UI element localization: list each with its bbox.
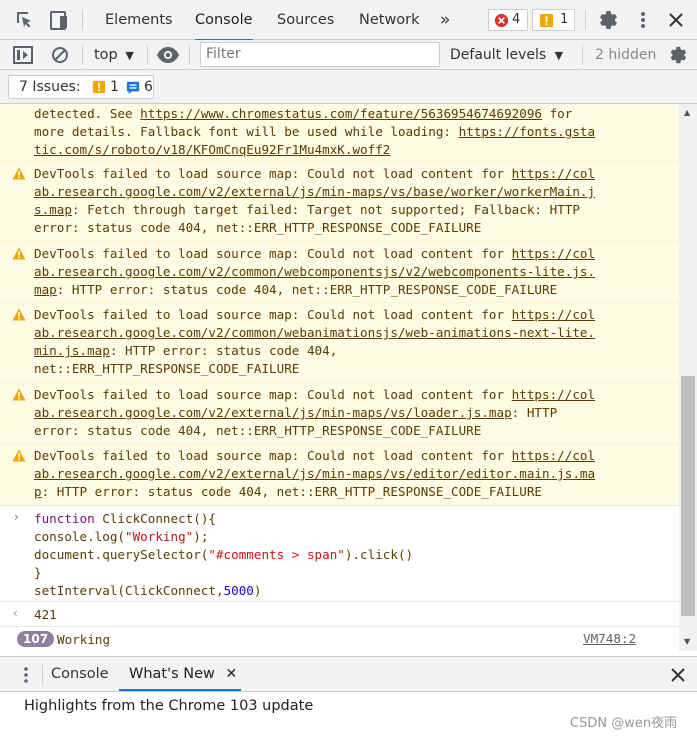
clear-console-icon[interactable]: [50, 45, 70, 65]
source-map-link[interactable]: https://col: [512, 246, 595, 261]
console-result-entry: ‹ 421: [0, 601, 679, 626]
context-selector[interactable]: top ▼: [94, 40, 134, 70]
scroll-up-arrow-icon[interactable]: ▲: [684, 108, 690, 117]
separator: [82, 45, 83, 65]
dropdown-arrow-icon: ▼: [125, 49, 134, 62]
warning-triangle-icon: [12, 308, 26, 321]
console-warning-message: DevTools failed to load source map: Coul…: [0, 302, 679, 382]
error-icon: [494, 13, 509, 28]
drawer-tab-console[interactable]: Console: [51, 657, 109, 691]
more-options-icon[interactable]: [631, 8, 655, 32]
warnings-badge[interactable]: 1: [532, 9, 575, 31]
devtools-tab-bar: Elements Console Sources Network » 4 1: [0, 0, 697, 41]
tab-network[interactable]: Network: [359, 0, 420, 40]
more-tabs-icon[interactable]: »: [440, 0, 450, 40]
scrollbar-thumb[interactable]: [681, 376, 695, 616]
message-link[interactable]: https://fonts.gsta: [459, 124, 595, 139]
console-messages: detected. See https://www.chromestatus.c…: [0, 104, 679, 651]
issues-info-count: 6: [144, 79, 153, 95]
warning-icon: [92, 80, 106, 94]
issues-label: 7 Issues:: [19, 79, 81, 95]
source-map-link[interactable]: ab.research.google.com/v2/common/webanim…: [34, 325, 595, 340]
log-levels-dropdown[interactable]: Default levels ▼: [450, 40, 563, 70]
result-value: 421: [34, 607, 57, 622]
sidebar-toggle-icon[interactable]: [12, 45, 34, 65]
warning-triangle-icon: [12, 449, 26, 462]
close-tab-icon[interactable]: ✕: [225, 666, 237, 682]
warning-triangle-icon: [12, 167, 26, 180]
errors-count: 4: [512, 12, 521, 27]
context-selector-label: top: [94, 47, 118, 63]
separator: [42, 665, 43, 685]
drawer-menu-icon[interactable]: [16, 665, 36, 685]
active-tab-indicator: [119, 689, 242, 691]
errors-badge[interactable]: 4: [488, 9, 528, 31]
watermark: CSDN @wen夜雨: [570, 716, 678, 731]
issues-warning-count: 1: [110, 79, 119, 95]
console-log-entry: 107 Working VM748:2: [0, 626, 679, 651]
info-message-icon: [126, 81, 140, 94]
tab-console-label: Console: [195, 12, 253, 28]
separator: [582, 45, 583, 65]
warning-icon: [539, 13, 554, 28]
tab-sources[interactable]: Sources: [277, 0, 334, 40]
console-scrollbar[interactable]: ▲ ▼: [679, 104, 697, 651]
scroll-down-arrow-icon[interactable]: ▼: [684, 637, 690, 646]
separator: [585, 10, 586, 30]
separator: [82, 10, 83, 30]
console-warning-message: detected. See https://www.chromestatus.c…: [0, 104, 679, 161]
source-map-link[interactable]: https://col: [512, 387, 595, 402]
result-return-arrow-icon: ‹: [13, 606, 18, 620]
source-map-link[interactable]: https://col: [512, 307, 595, 322]
drawer-tab-whats-new-label: What's New: [129, 666, 215, 682]
source-map-link[interactable]: https://col: [512, 448, 595, 463]
source-map-link[interactable]: ab.research.google.com/v2/external/js/mi…: [34, 466, 595, 481]
close-icon[interactable]: [664, 8, 688, 32]
log-levels-label: Default levels: [450, 47, 547, 63]
message-link[interactable]: https://www.chromestatus.com/feature/563…: [140, 106, 542, 121]
issues-button[interactable]: 7 Issues: 1 6: [8, 75, 154, 99]
log-source-link[interactable]: VM748:2: [583, 631, 636, 646]
console-warning-message: DevTools failed to load source map: Coul…: [0, 161, 679, 241]
repeat-count-badge: 107: [17, 631, 55, 647]
source-map-link[interactable]: p: [34, 484, 42, 499]
whats-new-panel: Highlights from the Chrome 103 update CS…: [0, 692, 697, 737]
eye-icon[interactable]: [156, 46, 180, 64]
source-map-link[interactable]: ab.research.google.com/v2/external/js/mi…: [34, 184, 595, 199]
console-warning-message: DevTools failed to load source map: Coul…: [0, 382, 679, 443]
dropdown-arrow-icon: ▼: [554, 49, 564, 62]
console-warning-message: DevTools failed to load source map: Coul…: [0, 241, 679, 302]
separator: [147, 45, 148, 65]
inspect-element-icon[interactable]: [13, 8, 37, 32]
console-settings-gear-icon[interactable]: [666, 44, 688, 66]
message-link[interactable]: tic.com/s/roboto/v18/KFOmCnqEu92Fr1Mu4mx…: [34, 142, 390, 157]
console-warning-message: DevTools failed to load source map: Coul…: [0, 443, 679, 505]
source-map-link[interactable]: min.js.map: [34, 343, 110, 358]
gear-icon[interactable]: [595, 8, 619, 32]
drawer-tab-bar: Console What's New ✕: [0, 656, 697, 692]
warning-triangle-icon: [12, 247, 26, 260]
source-map-link[interactable]: map: [34, 282, 57, 297]
close-drawer-icon[interactable]: [668, 665, 688, 685]
separator: [189, 45, 190, 65]
issues-bar: 7 Issues: 1 6: [0, 70, 697, 104]
whats-new-highlight[interactable]: Highlights from the Chrome 103 update: [24, 698, 313, 714]
filter-input[interactable]: Filter: [200, 42, 440, 67]
tab-console[interactable]: Console: [195, 0, 253, 41]
source-map-link[interactable]: s.map: [34, 202, 72, 217]
warning-triangle-icon: [12, 388, 26, 401]
input-prompt-chevron-icon: ›: [14, 510, 19, 524]
drawer-tab-whats-new[interactable]: What's New ✕: [119, 657, 242, 691]
console-input-entry: › function ClickConnect(){ console.log("…: [0, 505, 679, 601]
source-map-link[interactable]: ab.research.google.com/v2/common/webcomp…: [34, 264, 595, 279]
source-map-link[interactable]: ab.research.google.com/v2/external/js/mi…: [34, 405, 512, 420]
source-map-link[interactable]: https://col: [512, 166, 595, 181]
hidden-messages-count: 2 hidden: [595, 47, 657, 63]
device-toolbar-icon[interactable]: [46, 8, 70, 32]
console-toolbar: top ▼ Filter Default levels ▼ 2 hidden: [0, 40, 697, 70]
warnings-count: 1: [560, 12, 569, 27]
tab-elements[interactable]: Elements: [105, 0, 173, 40]
